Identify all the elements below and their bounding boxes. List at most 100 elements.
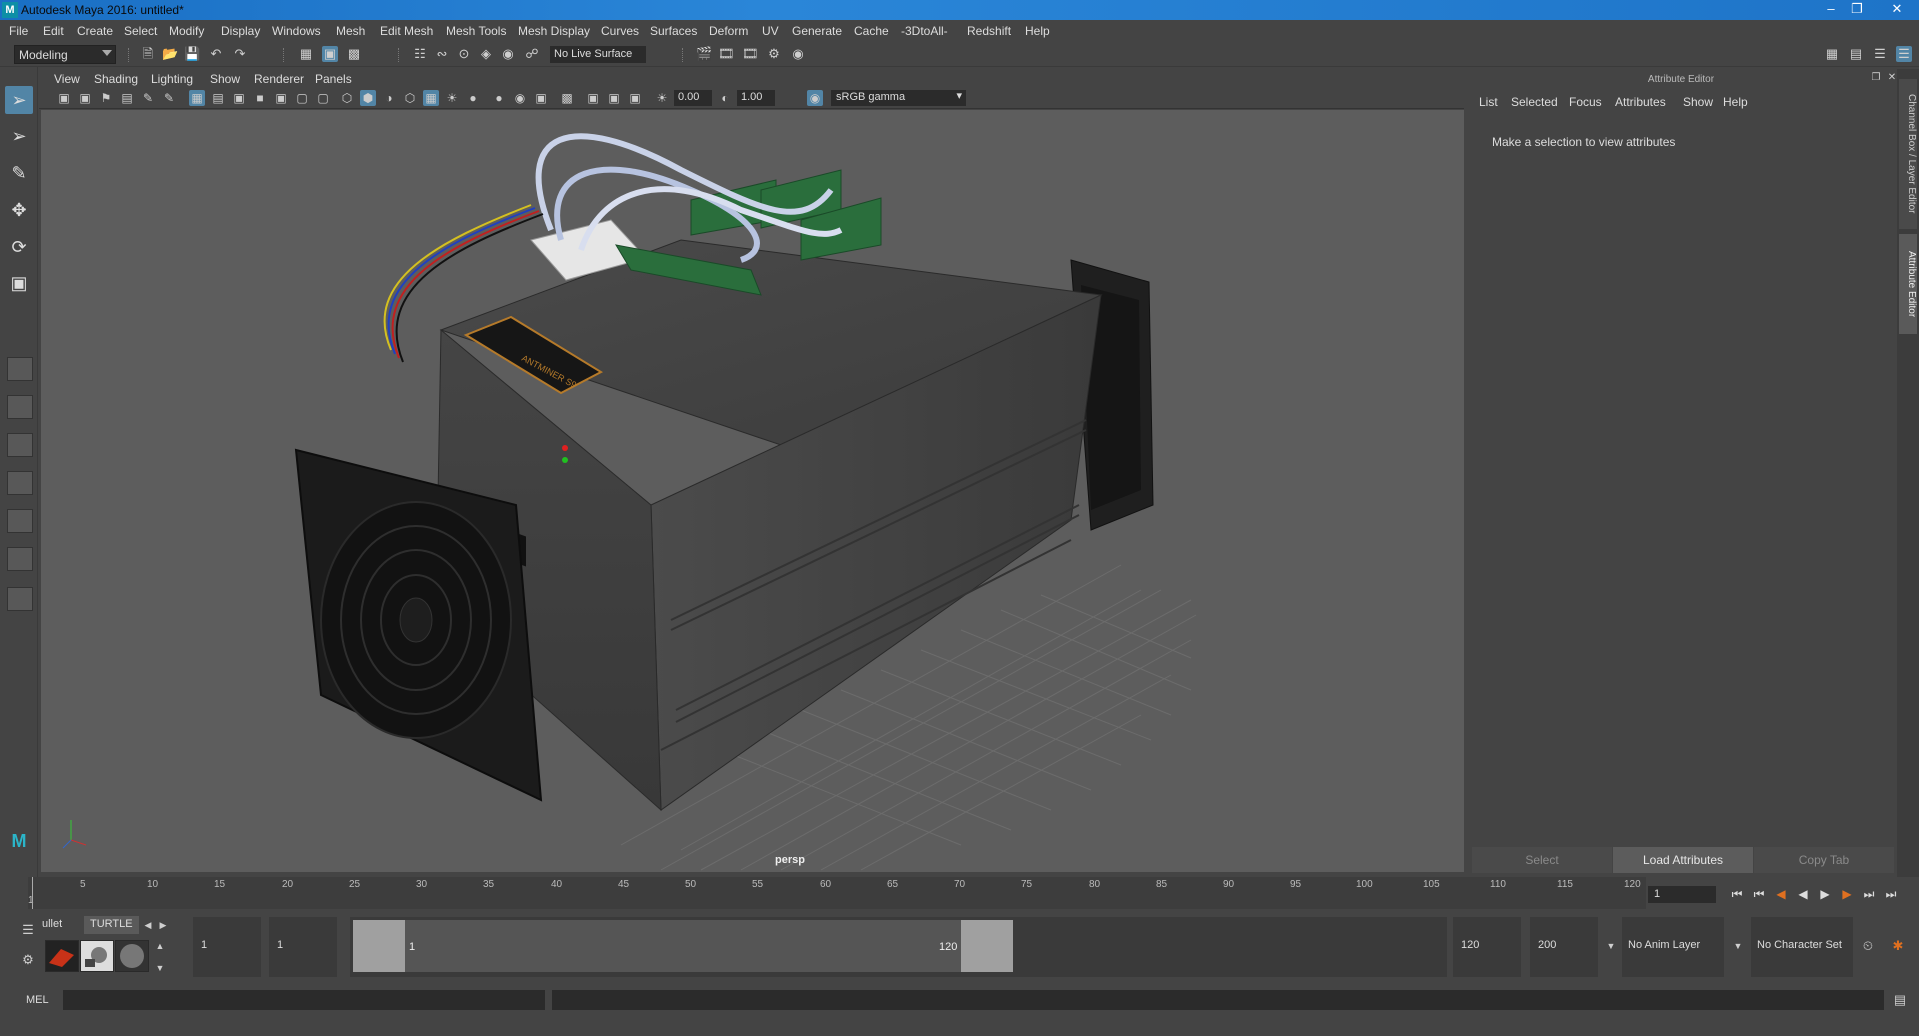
restore-button[interactable]: ❐	[1844, 0, 1870, 20]
render-settings-icon[interactable]: ⚙	[766, 46, 782, 62]
snap-to-surface-icon[interactable]: ◉	[500, 46, 516, 62]
channel-box-toggle-icon[interactable]: ☰	[1896, 46, 1912, 62]
shelf-scroll-left-icon[interactable]: ◀	[140, 917, 156, 933]
menu-edit[interactable]: Edit	[43, 24, 64, 38]
color-management-icon[interactable]: ◉	[807, 90, 823, 106]
ae-menu-help[interactable]: Help	[1723, 95, 1748, 109]
gamma-icon[interactable]: ◐	[717, 90, 733, 106]
gamma-field[interactable]: 1.00	[737, 90, 775, 106]
shelf-tab-turtle[interactable]: TURTLE	[84, 916, 139, 934]
menu-surfaces[interactable]: Surfaces	[650, 24, 697, 38]
new-scene-icon[interactable]: 🗎	[140, 46, 156, 62]
shadows-icon[interactable]: ●	[465, 90, 481, 106]
menu-generate[interactable]: Generate	[792, 24, 842, 38]
panel-menu-renderer[interactable]: Renderer	[254, 72, 304, 86]
exposure-field[interactable]: 0.00	[674, 90, 712, 106]
exposure-icon[interactable]: ☀	[654, 90, 670, 106]
persp-outliner-layout-button[interactable]	[7, 433, 33, 457]
move-tool-icon[interactable]: ✥	[5, 196, 33, 224]
anim-layer-dropdown[interactable]: No Anim Layer	[1622, 917, 1724, 977]
auto-key-icon[interactable]: ⏲	[1860, 938, 1876, 954]
step-back-key-icon[interactable]: ⏮	[1750, 885, 1768, 903]
smooth-shade-icon[interactable]: ⬢	[360, 90, 376, 106]
menu-cache[interactable]: Cache	[854, 24, 889, 38]
ae-menu-attributes[interactable]: Attributes	[1615, 95, 1666, 109]
select-by-hierarchy-icon[interactable]: ▦	[298, 46, 314, 62]
menu-select[interactable]: Select	[124, 24, 157, 38]
menu-redshift[interactable]: Redshift	[967, 24, 1011, 38]
close-button[interactable]: ✕	[1880, 0, 1914, 20]
menu-curves[interactable]: Curves	[601, 24, 639, 38]
view-transform-dropdown[interactable]: sRGB gamma ▾	[831, 90, 966, 106]
minimize-button[interactable]: –	[1818, 0, 1844, 20]
menu-set-dropdown[interactable]: Modeling	[14, 45, 116, 64]
camera-attributes-icon[interactable]: ▣	[77, 90, 93, 106]
use-all-lights-icon[interactable]: ☀	[444, 90, 460, 106]
shelf-scroll-up-icon[interactable]: ▲	[152, 938, 168, 954]
tool-settings-icon[interactable]: ☰	[1872, 46, 1888, 62]
menu-windows[interactable]: Windows	[272, 24, 321, 38]
open-scene-icon[interactable]: 📂	[162, 46, 178, 62]
select-by-object-icon[interactable]: ▣	[322, 46, 338, 62]
lasso-tool-icon[interactable]: ➢	[5, 122, 33, 150]
ipr-render-icon[interactable]: 🎞	[742, 46, 759, 62]
menu-3dtoall[interactable]: -3DtoAll-	[901, 24, 948, 38]
grid-icon[interactable]: ▦	[189, 90, 205, 106]
load-attributes-button[interactable]: Load Attributes	[1613, 847, 1753, 873]
playback-end-field[interactable]: 120	[1453, 917, 1521, 977]
field-chart-icon[interactable]: ▣	[273, 90, 289, 106]
grease-pencil-icon[interactable]: ✎	[140, 90, 156, 106]
scale-tool-icon[interactable]: ▣	[5, 269, 33, 297]
make-live-icon[interactable]: ☍	[524, 46, 540, 62]
ae-menu-list[interactable]: List	[1479, 95, 1498, 109]
shelf-tab-bullet[interactable]: ullet	[36, 916, 68, 934]
step-back-frame-icon[interactable]: ◀	[1772, 885, 1790, 903]
tab-attribute-editor[interactable]: Attribute Editor	[1899, 234, 1917, 334]
range-start-handle[interactable]	[353, 920, 405, 972]
snap-to-grid-icon[interactable]: ☷	[412, 46, 428, 62]
float-panel-icon[interactable]: ❐	[1868, 70, 1884, 86]
character-set-dropdown[interactable]: No Character Set	[1751, 917, 1853, 977]
menu-uv[interactable]: UV	[762, 24, 779, 38]
paint-select-tool-icon[interactable]: ✎	[5, 159, 33, 187]
2d-pan-zoom-icon[interactable]: ✎	[161, 90, 177, 106]
current-frame-field[interactable]: 1	[1648, 886, 1716, 903]
hypershade-icon[interactable]: ◉	[790, 46, 806, 62]
ae-menu-show[interactable]: Show	[1683, 95, 1713, 109]
ae-menu-focus[interactable]: Focus	[1569, 95, 1602, 109]
safe-action-icon[interactable]: ▢	[294, 90, 310, 106]
render-current-frame-icon[interactable]: 🎞	[718, 46, 735, 62]
resolution-gate-icon[interactable]: ▣	[231, 90, 247, 106]
redo-icon[interactable]: ↷	[232, 46, 248, 62]
select-tool-icon[interactable]: ➢	[5, 86, 33, 114]
script-editor-layout-button[interactable]	[7, 547, 33, 571]
go-to-start-icon[interactable]: ⏮	[1728, 885, 1746, 903]
xray-joints-icon[interactable]: ▣	[606, 90, 622, 106]
chevron-down-icon[interactable]: ▼	[1603, 938, 1619, 954]
menu-create[interactable]: Create	[77, 24, 113, 38]
step-forward-frame-icon[interactable]: ▶	[1838, 885, 1856, 903]
default-material-icon[interactable]: ◑	[381, 90, 397, 106]
rotate-tool-icon[interactable]: ⟳	[5, 233, 33, 261]
safe-title-icon[interactable]: ▢	[315, 90, 331, 106]
live-surface-field[interactable]: No Live Surface	[550, 46, 646, 63]
undo-icon[interactable]: ↶	[208, 46, 224, 62]
shader-ball-icon[interactable]	[115, 940, 149, 972]
anti-aliasing-icon[interactable]: ▣	[533, 90, 549, 106]
motion-blur-icon[interactable]: ◉	[512, 90, 528, 106]
save-scene-icon[interactable]: 💾	[184, 46, 200, 62]
play-forwards-icon[interactable]: ▶	[1816, 885, 1834, 903]
panel-menu-panels[interactable]: Panels	[315, 72, 352, 86]
xray-components-icon[interactable]: ▣	[627, 90, 643, 106]
range-slider-track[interactable]: 1 120	[350, 917, 1447, 977]
attribute-editor-toggle-icon[interactable]: ▤	[1848, 46, 1864, 62]
ae-menu-selected[interactable]: Selected	[1511, 95, 1558, 109]
camera-icon[interactable]: ▣	[56, 90, 72, 106]
command-input[interactable]	[63, 990, 545, 1010]
panel-menu-show[interactable]: Show	[210, 72, 240, 86]
shelf-scroll-down-icon[interactable]: ▼	[152, 960, 168, 976]
wireframe-icon[interactable]: ⬡	[339, 90, 355, 106]
four-view-layout-button[interactable]	[7, 395, 33, 419]
shelf-scroll-right-icon[interactable]: ▶	[155, 917, 171, 933]
go-to-end-icon[interactable]: ⏭	[1882, 885, 1900, 903]
